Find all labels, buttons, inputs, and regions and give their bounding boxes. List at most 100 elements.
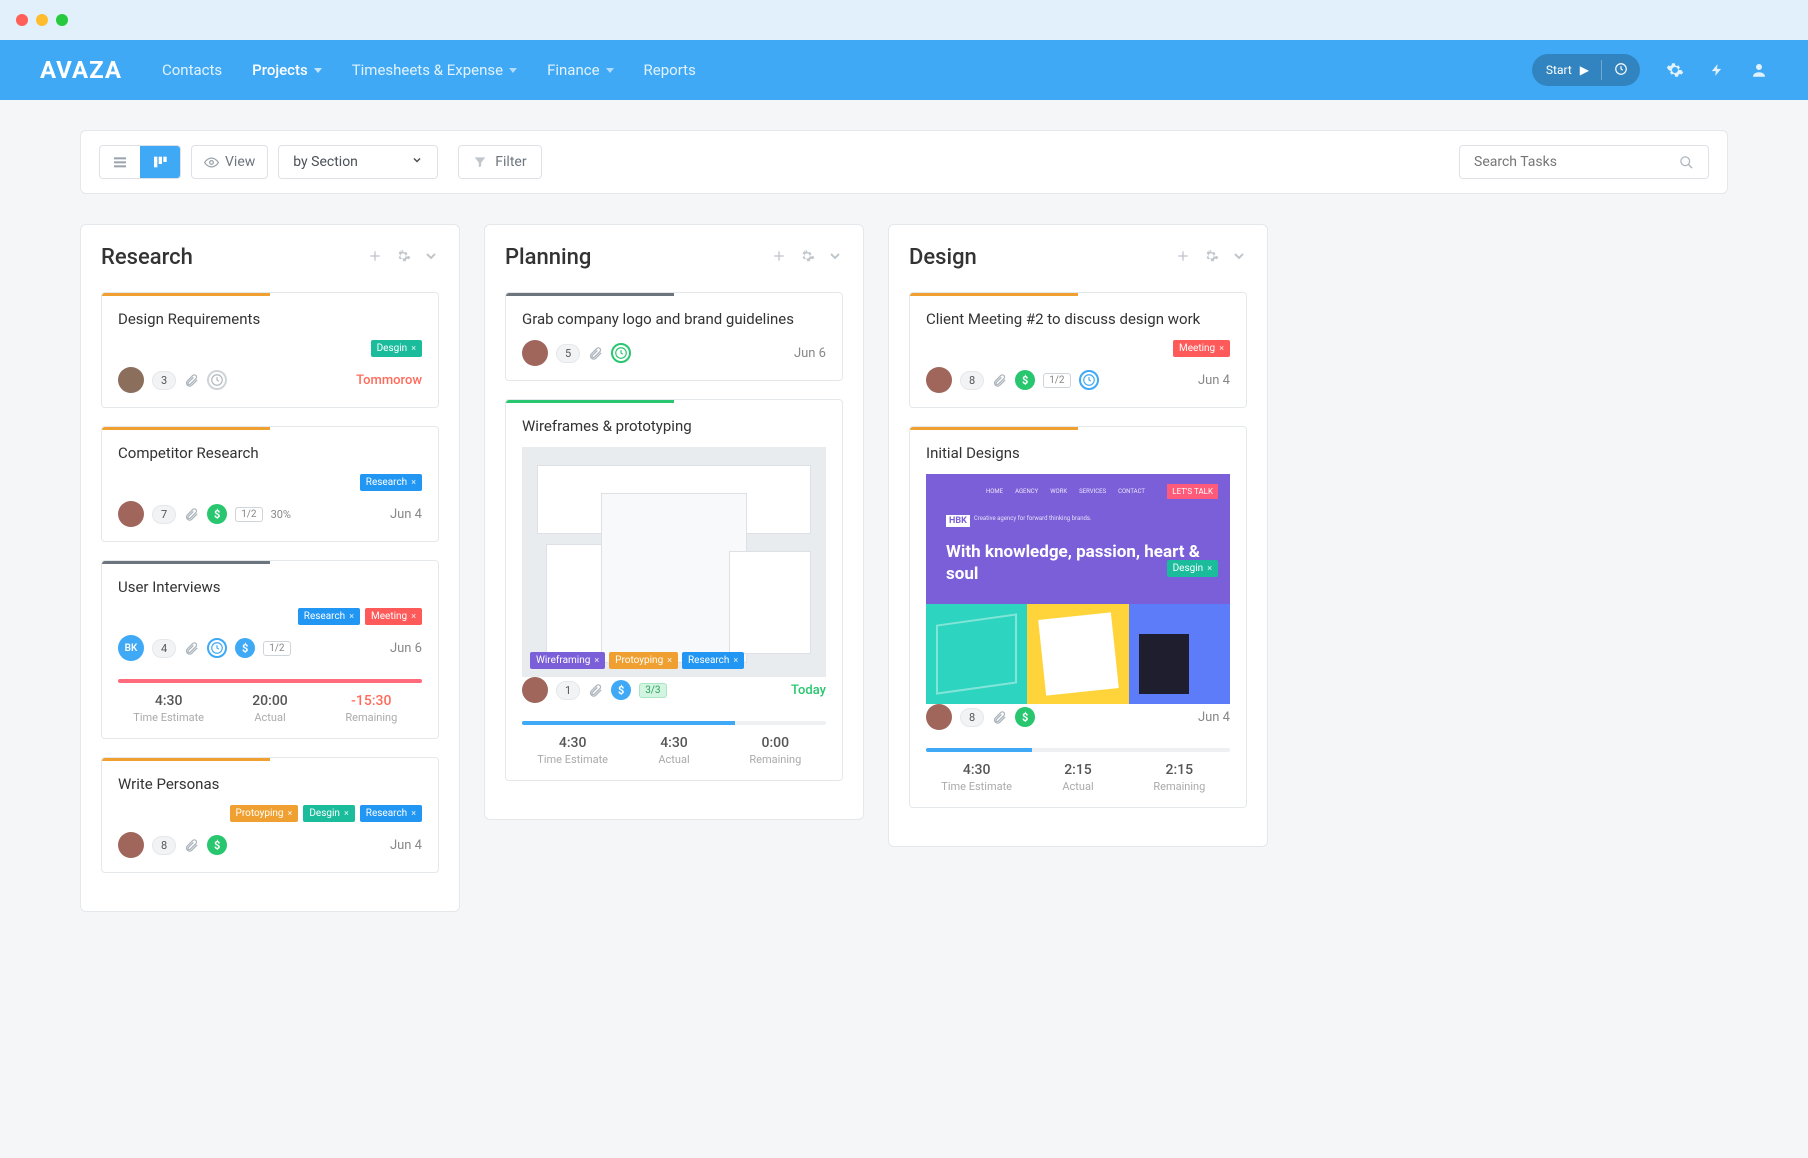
minimize-icon[interactable]	[36, 14, 48, 26]
tag[interactable]: Research×	[360, 474, 422, 491]
nav-item[interactable]: Timesheets & Expense	[352, 61, 517, 79]
list-view-button[interactable]	[100, 146, 140, 178]
tag[interactable]: Research ×	[298, 608, 360, 625]
tag-remove-icon[interactable]: ×	[344, 809, 349, 819]
collapse-icon[interactable]	[827, 248, 843, 268]
nav-item[interactable]: Finance	[547, 61, 613, 79]
view-select[interactable]: by Section	[278, 145, 438, 179]
comment-count[interactable]: 3	[152, 371, 176, 390]
subtask-badge: 1/2	[1043, 373, 1070, 388]
collapse-icon[interactable]	[1231, 248, 1247, 268]
tag-remove-icon[interactable]: ×	[667, 656, 672, 666]
time-remaining-label: Remaining	[321, 711, 422, 724]
tag-remove-icon[interactable]: ×	[411, 344, 416, 354]
task-card[interactable]: Write Personas Protoyping×Desgin×Researc…	[101, 757, 439, 873]
avatar[interactable]	[118, 367, 144, 393]
card-meta: 7 $1/230% Jun 4	[118, 501, 422, 527]
search-box[interactable]	[1459, 145, 1709, 179]
tag-label: Meeting	[1179, 343, 1215, 354]
time-actual-label: Actual	[219, 711, 320, 724]
maximize-icon[interactable]	[56, 14, 68, 26]
tag-label: Desgin	[377, 343, 408, 354]
task-card[interactable]: Competitor Research Research× 7 $1/230% …	[101, 426, 439, 542]
nav-item[interactable]: Contacts	[162, 61, 222, 79]
attachment-icon	[184, 507, 199, 522]
task-card[interactable]: Client Meeting #2 to discuss design work…	[909, 292, 1247, 408]
subtask-badge: 1/2	[235, 507, 262, 522]
filter-icon	[473, 155, 487, 169]
task-card[interactable]: Initial Designs HOMEAGENCYWORKSERVICESCO…	[909, 426, 1247, 808]
add-task-icon[interactable]	[1175, 248, 1191, 268]
comment-count[interactable]: 4	[152, 639, 176, 658]
comment-count[interactable]: 7	[152, 505, 176, 524]
comment-count[interactable]: 8	[960, 708, 984, 727]
tag-remove-icon[interactable]: ×	[349, 612, 354, 622]
collapse-icon[interactable]	[423, 248, 439, 268]
tag-remove-icon[interactable]: ×	[1207, 564, 1212, 574]
avatar[interactable]	[926, 367, 952, 393]
card-meta: 1 $3/3 Today	[522, 677, 826, 703]
time-remaining-label: Remaining	[1129, 780, 1230, 793]
filter-button[interactable]: Filter	[458, 145, 541, 179]
tag[interactable]: Research×	[360, 805, 422, 822]
search-input[interactable]	[1474, 154, 1671, 170]
add-task-icon[interactable]	[367, 248, 383, 268]
tag-remove-icon[interactable]: ×	[411, 612, 416, 622]
tag-remove-icon[interactable]: ×	[1219, 344, 1224, 354]
avatar[interactable]: BK	[118, 635, 144, 661]
tag[interactable]: Desgin×	[303, 805, 354, 822]
comment-count[interactable]: 8	[960, 371, 984, 390]
nav-item[interactable]: Reports	[644, 61, 696, 79]
tag[interactable]: Meeting ×	[1173, 340, 1230, 357]
tag-label: Research	[304, 611, 345, 622]
board-view-button[interactable]	[140, 146, 180, 178]
time-remaining-label: Remaining	[725, 753, 826, 766]
time-actual-value: 4:30	[623, 735, 724, 751]
billable-icon: $	[1015, 370, 1035, 390]
avatar[interactable]	[522, 340, 548, 366]
close-icon[interactable]	[16, 14, 28, 26]
nav-item-label: Finance	[547, 61, 599, 79]
nav-item[interactable]: Projects	[252, 61, 322, 79]
task-card[interactable]: Wireframes & prototyping Wireframing×Pro…	[505, 399, 843, 781]
comment-count[interactable]: 1	[556, 681, 580, 700]
avatar[interactable]	[522, 677, 548, 703]
comment-count[interactable]: 5	[556, 344, 580, 363]
bolt-icon[interactable]	[1710, 61, 1724, 79]
task-card[interactable]: Design Requirements Desgin× 3 Tommorow	[101, 292, 439, 408]
view-label-button[interactable]: View	[191, 145, 268, 179]
add-task-icon[interactable]	[771, 248, 787, 268]
avatar[interactable]	[118, 501, 144, 527]
timer-history-icon[interactable]	[1614, 62, 1636, 79]
start-timer-button[interactable]: Start ▶	[1532, 54, 1640, 86]
tag[interactable]: Meeting×	[365, 608, 422, 625]
column-settings-icon[interactable]	[799, 248, 815, 268]
column-settings-icon[interactable]	[1203, 248, 1219, 268]
task-card[interactable]: Grab company logo and brand guidelines 5…	[505, 292, 843, 381]
progress-bar	[926, 748, 1230, 752]
settings-icon[interactable]	[1666, 61, 1684, 79]
avatar[interactable]	[118, 832, 144, 858]
tag[interactable]: Wireframing×	[530, 652, 605, 669]
avatar[interactable]	[926, 704, 952, 730]
tag[interactable]: Desgin×	[1167, 560, 1218, 577]
card-title: Grab company logo and brand guidelines	[522, 310, 826, 328]
tag[interactable]: Research×	[682, 652, 744, 669]
cta-badge: LET'S TALK	[1167, 484, 1218, 499]
tag-remove-icon[interactable]: ×	[733, 656, 738, 666]
tag[interactable]: Desgin×	[371, 340, 422, 357]
card-title: Client Meeting #2 to discuss design work	[926, 310, 1230, 328]
tag-remove-icon[interactable]: ×	[594, 656, 599, 666]
user-icon[interactable]	[1750, 61, 1768, 79]
tag-remove-icon[interactable]: ×	[288, 809, 293, 819]
task-card[interactable]: User Interviews Research×Meeting× BK 4 $…	[101, 560, 439, 739]
window-chrome	[0, 0, 1808, 40]
column-actions	[1175, 248, 1247, 268]
content: View by Section Filter Research Design R…	[0, 100, 1808, 942]
tag-remove-icon[interactable]: ×	[411, 478, 416, 488]
tag[interactable]: Protoyping×	[230, 805, 299, 822]
comment-count[interactable]: 8	[152, 836, 176, 855]
tag[interactable]: Protoyping×	[609, 652, 678, 669]
column-settings-icon[interactable]	[395, 248, 411, 268]
tag-remove-icon[interactable]: ×	[411, 809, 416, 819]
